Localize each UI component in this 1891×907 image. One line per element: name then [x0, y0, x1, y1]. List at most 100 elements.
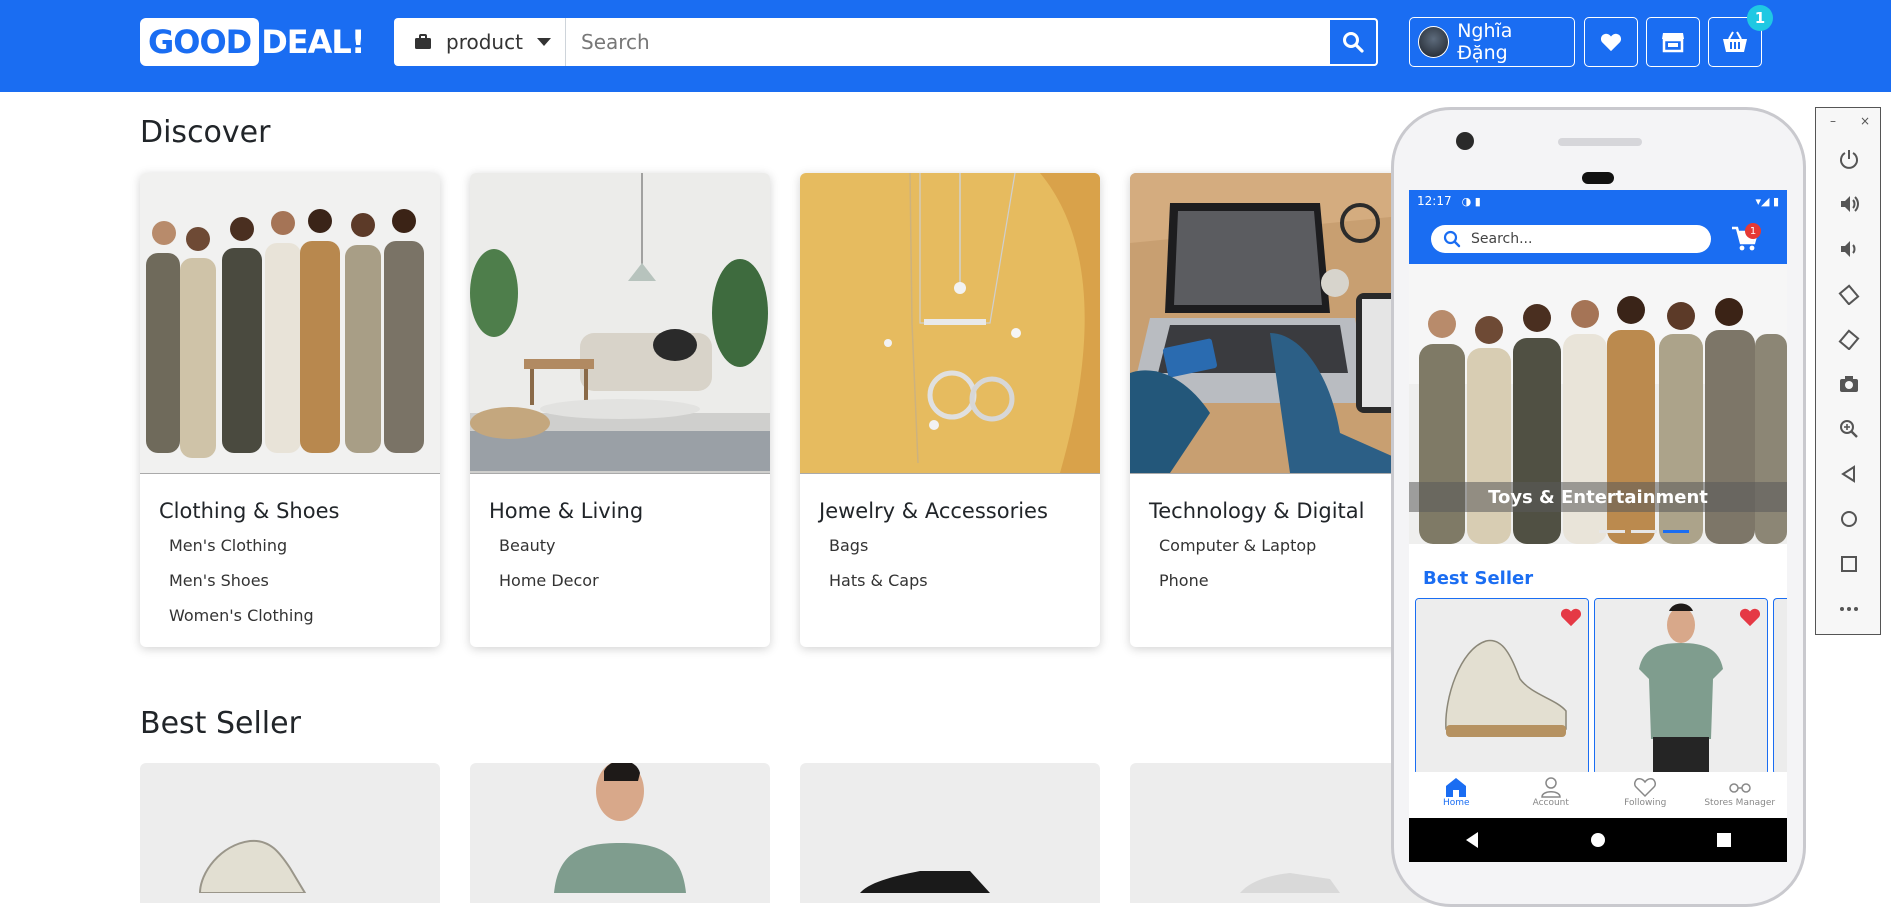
phone-search-placeholder: Search...	[1471, 231, 1533, 247]
home-circle-outline-icon[interactable]	[1832, 502, 1866, 536]
volume-down-icon[interactable]	[1832, 232, 1866, 266]
subcategory-link[interactable]: Men's Shoes	[169, 571, 269, 590]
nav-following[interactable]: Following	[1598, 772, 1693, 816]
phone-bottom-nav: Home Account Following Stores Manager	[1409, 772, 1787, 816]
search-bar: product	[394, 18, 1378, 66]
cart-count-badge: 1	[1747, 5, 1773, 31]
phone-best-seller-title: Best Seller	[1423, 568, 1534, 589]
store-button[interactable]	[1646, 17, 1700, 67]
nav-stores-manager[interactable]: Stores Manager	[1693, 772, 1788, 816]
user-name: Nghĩa Đặng	[1457, 20, 1513, 64]
product-card[interactable]	[800, 763, 1100, 903]
tshirt-model-image	[554, 763, 686, 893]
search-icon	[1443, 230, 1461, 248]
search-input[interactable]	[566, 18, 1328, 66]
shoe-white-image	[1240, 873, 1340, 893]
close-icon[interactable]: ×	[1860, 114, 1870, 128]
subcategory-link[interactable]: Bags	[829, 536, 868, 555]
nav-following-label: Following	[1624, 798, 1667, 808]
banner-label: Toys & Entertainment	[1409, 482, 1787, 512]
category-card-technology[interactable]: Technology & Digital Computer & Laptop P…	[1130, 173, 1430, 647]
power-icon[interactable]	[1832, 142, 1866, 176]
category-card-clothing[interactable]: Clothing & Shoes Men's Clothing Men's Sh…	[140, 173, 440, 647]
product-card[interactable]	[470, 763, 770, 903]
favorite-heart-icon[interactable]	[1560, 607, 1582, 627]
subcategory-link[interactable]: Hats & Caps	[829, 571, 928, 590]
nav-account[interactable]: Account	[1504, 772, 1599, 816]
rotate-right-icon[interactable]	[1832, 322, 1866, 356]
category-card-home[interactable]: Home & Living Beauty Home Decor	[470, 173, 770, 647]
camera-icon	[1456, 132, 1474, 150]
avatar	[1418, 26, 1450, 58]
wishlist-button[interactable]	[1584, 17, 1638, 67]
subcategory-link[interactable]: Phone	[1159, 571, 1209, 590]
speaker-grille	[1558, 138, 1642, 146]
nav-home[interactable]: Home	[1409, 772, 1504, 816]
category-title[interactable]: Technology & Digital	[1149, 499, 1364, 523]
phone-time: 12:17	[1417, 194, 1452, 208]
phone-screen: 12:17 ◑ ▮ ▾◢ ▮ Search... 1 Toys & Entert…	[1409, 190, 1787, 862]
phone-product-card[interactable]	[1415, 598, 1589, 775]
android-nav-bar	[1409, 818, 1787, 862]
basket-icon	[1723, 31, 1747, 52]
phone-product-card[interactable]	[1594, 598, 1768, 775]
home-circle-icon[interactable]	[1590, 832, 1606, 848]
subcategory-link[interactable]: Women's Clothing	[169, 606, 314, 625]
heart-outline-icon	[1634, 778, 1657, 798]
logo[interactable]: GOOD DEAL!	[140, 17, 365, 66]
clothing-image	[140, 173, 440, 474]
home-icon	[1446, 778, 1467, 797]
status-icons: ◑ ▮	[1461, 194, 1481, 208]
logo-deal: DEAL!	[261, 22, 365, 61]
subcategory-link[interactable]: Home Decor	[499, 571, 599, 590]
recents-icon[interactable]	[1716, 832, 1732, 848]
phone-search-input[interactable]: Search...	[1431, 225, 1711, 253]
product-card[interactable]	[140, 763, 440, 903]
sensor	[1582, 172, 1614, 184]
top-navbar: GOOD DEAL! product Nghĩa Đặng 1	[0, 0, 1891, 92]
emulator-control-panel: – ×	[1815, 107, 1881, 635]
category-title[interactable]: Home & Living	[489, 499, 643, 523]
jewelry-image	[800, 173, 1100, 474]
back-triangle-icon[interactable]	[1832, 457, 1866, 491]
screenshot-camera-icon[interactable]	[1832, 367, 1866, 401]
heart-icon	[1600, 33, 1622, 52]
subcategory-link[interactable]: Beauty	[499, 536, 556, 555]
phone-app-bar: Search... 1	[1409, 212, 1787, 264]
overview-square-icon[interactable]	[1832, 547, 1866, 581]
phone-cart-badge: 1	[1745, 223, 1761, 239]
category-title[interactable]: Jewelry & Accessories	[819, 499, 1048, 523]
sneaker-image	[198, 839, 307, 894]
store-icon	[1662, 33, 1684, 53]
phone-product-card-partial[interactable]	[1773, 598, 1787, 775]
zoom-icon[interactable]	[1832, 412, 1866, 446]
subcategory-link[interactable]: Men's Clothing	[169, 536, 287, 555]
category-dropdown-value: product	[446, 30, 523, 54]
nav-stores-manager-label: Stores Manager	[1704, 798, 1776, 808]
rotate-left-icon[interactable]	[1832, 277, 1866, 311]
minimize-icon[interactable]: –	[1830, 114, 1836, 128]
carousel-indicator	[1599, 530, 1689, 533]
account-icon	[1540, 777, 1561, 798]
volume-up-icon[interactable]	[1832, 187, 1866, 221]
category-title[interactable]: Clothing & Shoes	[159, 499, 339, 523]
logo-good: GOOD	[140, 17, 260, 66]
user-account-button[interactable]: Nghĩa Đặng	[1409, 17, 1575, 67]
home-living-image	[470, 173, 770, 474]
back-icon[interactable]	[1464, 831, 1480, 849]
product-card[interactable]	[1130, 763, 1430, 903]
more-icon[interactable]	[1832, 592, 1866, 626]
phone-status-bar: 12:17 ◑ ▮ ▾◢ ▮	[1409, 190, 1787, 212]
phone-banner-carousel[interactable]: Toys & Entertainment	[1409, 264, 1787, 544]
best-seller-title: Best Seller	[140, 706, 301, 741]
category-dropdown[interactable]: product	[394, 18, 566, 66]
favorite-heart-icon[interactable]	[1739, 607, 1761, 627]
briefcase-icon	[415, 34, 431, 49]
category-card-jewelry[interactable]: Jewelry & Accessories Bags Hats & Caps	[800, 173, 1100, 647]
subcategory-link[interactable]: Computer & Laptop	[1159, 536, 1316, 555]
discover-title: Discover	[140, 115, 271, 150]
nav-account-label: Account	[1532, 798, 1569, 808]
signal-battery-icon: ▾◢ ▮	[1755, 194, 1779, 208]
search-button[interactable]	[1328, 18, 1378, 66]
nav-home-label: Home	[1442, 798, 1470, 808]
